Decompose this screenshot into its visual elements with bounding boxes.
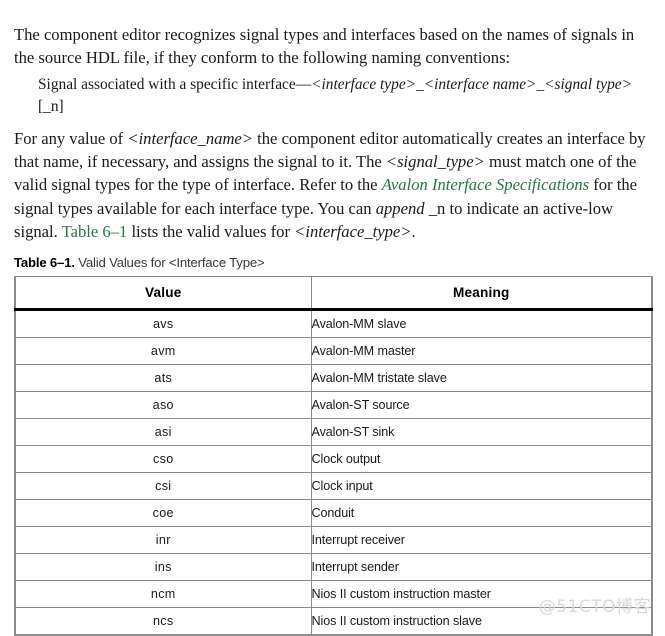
cell-value: aso <box>15 391 312 419</box>
table-row: cso Clock output <box>15 445 652 473</box>
interface-type-placeholder: <interface_type> <box>294 222 412 242</box>
table-row: aso Avalon-ST source <box>15 391 652 419</box>
cell-meaning: Avalon-ST source <box>311 391 652 419</box>
interface-type-values-table: Value Meaning avs Avalon-MM slave avm Avalo… <box>14 276 653 636</box>
cell-value: coe <box>15 499 312 527</box>
append-keyword: append <box>375 198 425 218</box>
document-page: The component editor recognizes signal t… <box>0 0 665 636</box>
table-row: ncs Nios II custom instruction slave <box>15 607 652 635</box>
intro-paragraph: The component editor recognizes signal t… <box>14 24 635 68</box>
cell-meaning: Avalon-MM tristate slave <box>311 364 652 392</box>
signal-rule-separator-2: _ <box>536 76 545 94</box>
cell-meaning: Interrupt sender <box>311 553 652 581</box>
table-body: avs Avalon-MM slave avm Avalon-MM master ats… <box>15 309 652 635</box>
table-6-1-cross-reference-link[interactable]: Table 6–1 <box>62 222 128 241</box>
signal-rule-prefix: Signal associated with a specific interf… <box>38 76 312 94</box>
cell-meaning: Clock output <box>311 445 652 473</box>
table-row: avm Avalon-MM master <box>15 337 652 365</box>
cell-value: avm <box>15 337 312 365</box>
avalon-interface-specifications-link[interactable]: Avalon Interface Specifications <box>382 175 589 194</box>
cell-value: asi <box>15 418 312 446</box>
cell-meaning: Nios II custom instruction slave <box>311 607 652 635</box>
cell-meaning: Interrupt receiver <box>311 526 652 554</box>
table-row: asi Avalon-ST sink <box>15 418 652 446</box>
cell-meaning: Avalon-MM slave <box>311 309 652 338</box>
cell-value: ats <box>15 364 312 392</box>
cell-meaning: Conduit <box>311 499 652 527</box>
cell-value: ins <box>15 553 312 581</box>
column-header-meaning: Meaning <box>311 276 652 311</box>
column-header-value: Value <box>15 276 312 311</box>
table-row: inr Interrupt receiver <box>15 526 652 554</box>
cell-value: inr <box>15 526 312 554</box>
signal-rule-interface-name: <interface name> <box>423 76 537 94</box>
table-row: ats Avalon-MM tristate slave <box>15 364 652 392</box>
cell-value: csi <box>15 472 312 500</box>
anyvalue-text-1: For any value of <box>14 128 128 148</box>
cell-value: ncm <box>15 580 312 608</box>
table-header: Value Meaning <box>15 276 652 311</box>
signal-rule-separator-1: _ <box>416 76 424 94</box>
table-row: csi Clock input <box>15 472 652 500</box>
cell-value: cso <box>15 445 312 473</box>
table-header-row: Value Meaning <box>15 276 652 311</box>
interface-name-paragraph: For any value of <interface_name> the co… <box>14 127 651 244</box>
cell-meaning: Clock input <box>311 472 652 500</box>
signal-rule-optional-suffix: [_n] <box>38 98 64 116</box>
table-row: ins Interrupt sender <box>15 553 652 581</box>
table-row: coe Conduit <box>15 499 652 527</box>
anyvalue-text-6: lists the valid values for <box>127 222 295 242</box>
signal-type-placeholder: <signal_type> <box>385 152 485 171</box>
signal-rule-interface-type: <interface type> <box>311 76 417 94</box>
table-row: avs Avalon-MM slave <box>15 309 652 338</box>
anyvalue-text-7: . <box>411 222 416 242</box>
interface-name-placeholder: <interface_name> <box>127 128 253 148</box>
cell-meaning: Nios II custom instruction master <box>311 580 652 608</box>
table-caption: Table 6–1. Valid Values for <Interface T… <box>14 255 265 270</box>
signal-naming-rule-paragraph: Signal associated with a specific interf… <box>38 74 650 118</box>
cell-value: avs <box>15 309 312 338</box>
table-caption-label: Table 6–1. <box>14 255 75 270</box>
cell-value: ncs <box>15 607 312 635</box>
table-caption-text: Valid Values for <Interface Type> <box>78 255 265 270</box>
signal-rule-signal-type: <signal type> <box>544 76 633 94</box>
table-row: ncm Nios II custom instruction master <box>15 580 652 608</box>
cell-meaning: Avalon-MM master <box>311 337 652 365</box>
cell-meaning: Avalon-ST sink <box>311 418 652 446</box>
table-element: Value Meaning avs Avalon-MM slave avm Avalo… <box>14 276 653 636</box>
